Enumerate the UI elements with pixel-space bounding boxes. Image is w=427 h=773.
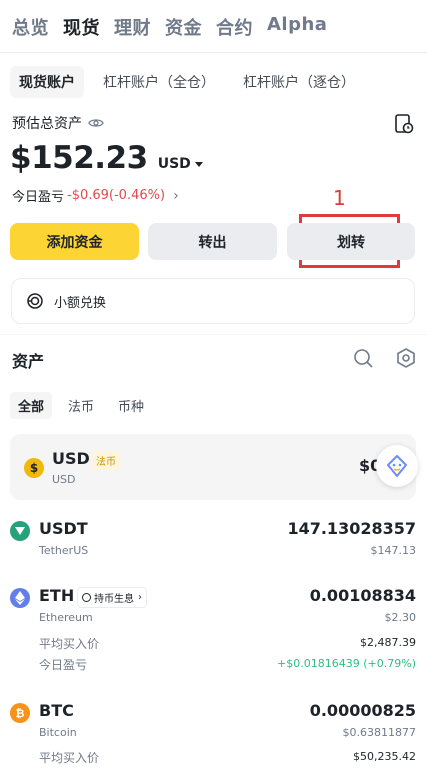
usd-coin-icon: $ <box>24 458 44 478</box>
withdraw-button[interactable]: 转出 <box>148 223 277 260</box>
earn-badge-label: 持币生息 <box>94 594 134 605</box>
today-pnl-value: -$0.69(-0.46%) <box>67 188 166 203</box>
asset-amount: 147.13028357 <box>287 519 416 538</box>
eye-icon[interactable] <box>88 115 104 131</box>
earn-badge[interactable]: 持币生息 › <box>77 587 147 608</box>
asset-symbol: USDT <box>39 519 88 538</box>
asset-fiat-value: $147.13 <box>370 544 417 557</box>
today-pnl-value: +$0.01816439 (+0.79%) <box>277 657 416 670</box>
tab-alpha[interactable]: Alpha <box>267 14 327 40</box>
list-item[interactable]: USDT TetherUS 147.13028357 $147.13 <box>10 519 416 559</box>
currency-selector[interactable]: USD <box>158 156 203 172</box>
caret-down-icon <box>194 161 203 167</box>
search-icon[interactable] <box>352 347 374 369</box>
list-item[interactable]: ETH 持币生息 › Ethereum 0.00108834 $2.30 平均买… <box>10 586 416 676</box>
tab-cross-margin[interactable]: 杠杆账户（全仓） <box>94 66 224 98</box>
add-funds-button[interactable]: 添加资金 <box>10 223 139 260</box>
asset-fiat-value: $2.30 <box>384 611 417 624</box>
fiat-tag: 法币 <box>92 451 120 470</box>
total-balance: $152.23 <box>10 140 148 176</box>
list-item[interactable]: ₿ BTC Bitcoin 0.00000825 $0.63811877 平均买… <box>10 701 416 773</box>
tab-futures[interactable]: 合约 <box>216 14 253 40</box>
asset-name: Bitcoin <box>39 726 77 739</box>
section-separator <box>0 334 427 335</box>
filter-crypto[interactable]: 币种 <box>110 392 152 419</box>
btc-icon: ₿ <box>10 703 30 723</box>
today-pnl-label: 今日盈亏 <box>39 658 88 672</box>
avg-price-label: 平均买入价 <box>39 751 100 765</box>
settings-icon[interactable] <box>395 347 417 369</box>
estimated-row: 预估总资产 <box>12 113 104 133</box>
asset-fiat-value: $0.63811877 <box>342 726 416 739</box>
today-pnl-label: 今日盈亏 <box>12 190 65 205</box>
top-tabs: 总览 现货 理财 资金 合约 Alpha <box>12 14 341 40</box>
tab-spot-account[interactable]: 现货账户 <box>10 66 84 98</box>
convert-icon <box>27 293 43 309</box>
avg-price-value: $50,235.42 <box>353 750 416 763</box>
earn-icon <box>82 593 91 602</box>
account-tabs: 现货账户 杠杆账户（全仓） 杠杆账户（逐仓） <box>10 66 374 98</box>
ai-assistant-button[interactable] <box>376 445 418 487</box>
usdt-icon <box>10 521 30 541</box>
transfer-button[interactable]: 划转 <box>287 223 415 260</box>
assets-title: 资产 <box>12 352 45 371</box>
asset-name: USD <box>52 473 76 486</box>
asset-amount: 0.00000825 <box>309 701 416 720</box>
eth-icon <box>10 588 30 608</box>
asset-name: Ethereum <box>39 611 93 624</box>
tab-isolated-margin[interactable]: 杠杆账户（逐仓） <box>234 66 364 98</box>
tab-spot[interactable]: 现货 <box>63 14 100 40</box>
small-convert-button[interactable]: 小额兑换 <box>11 278 415 324</box>
asset-name: TetherUS <box>39 544 89 557</box>
annotation-number: 1 <box>333 186 346 210</box>
asset-symbol: ETH <box>39 586 75 605</box>
chevron-right-icon: › <box>173 187 179 204</box>
avg-price-label: 平均买入价 <box>39 637 100 651</box>
usd-asset-card[interactable]: $ USD 法币 USD $0 <box>10 434 416 500</box>
history-icon[interactable] <box>393 113 415 135</box>
filter-all[interactable]: 全部 <box>10 392 53 419</box>
small-convert-label: 小额兑换 <box>54 295 107 311</box>
today-pnl-row[interactable]: 今日盈亏 -$0.69(-0.46%) › <box>12 186 179 206</box>
asset-symbol: BTC <box>39 701 74 720</box>
avg-price-value: $2,487.39 <box>360 636 416 649</box>
estimated-label: 预估总资产 <box>12 116 82 132</box>
filter-fiat[interactable]: 法币 <box>60 392 102 419</box>
tab-earn[interactable]: 理财 <box>114 14 151 40</box>
currency-label: USD <box>157 156 191 172</box>
chevron-right-icon: › <box>138 592 142 603</box>
tab-overview[interactable]: 总览 <box>12 14 49 40</box>
tab-funding[interactable]: 资金 <box>165 14 202 40</box>
asset-filter-tabs: 全部 法币 币种 <box>10 392 160 419</box>
asset-symbol: USD <box>52 449 90 468</box>
balance-row: $152.23 USD <box>10 140 203 176</box>
top-divider <box>0 52 427 53</box>
ai-assistant-icon <box>387 455 407 477</box>
asset-amount: 0.00108834 <box>309 586 416 605</box>
